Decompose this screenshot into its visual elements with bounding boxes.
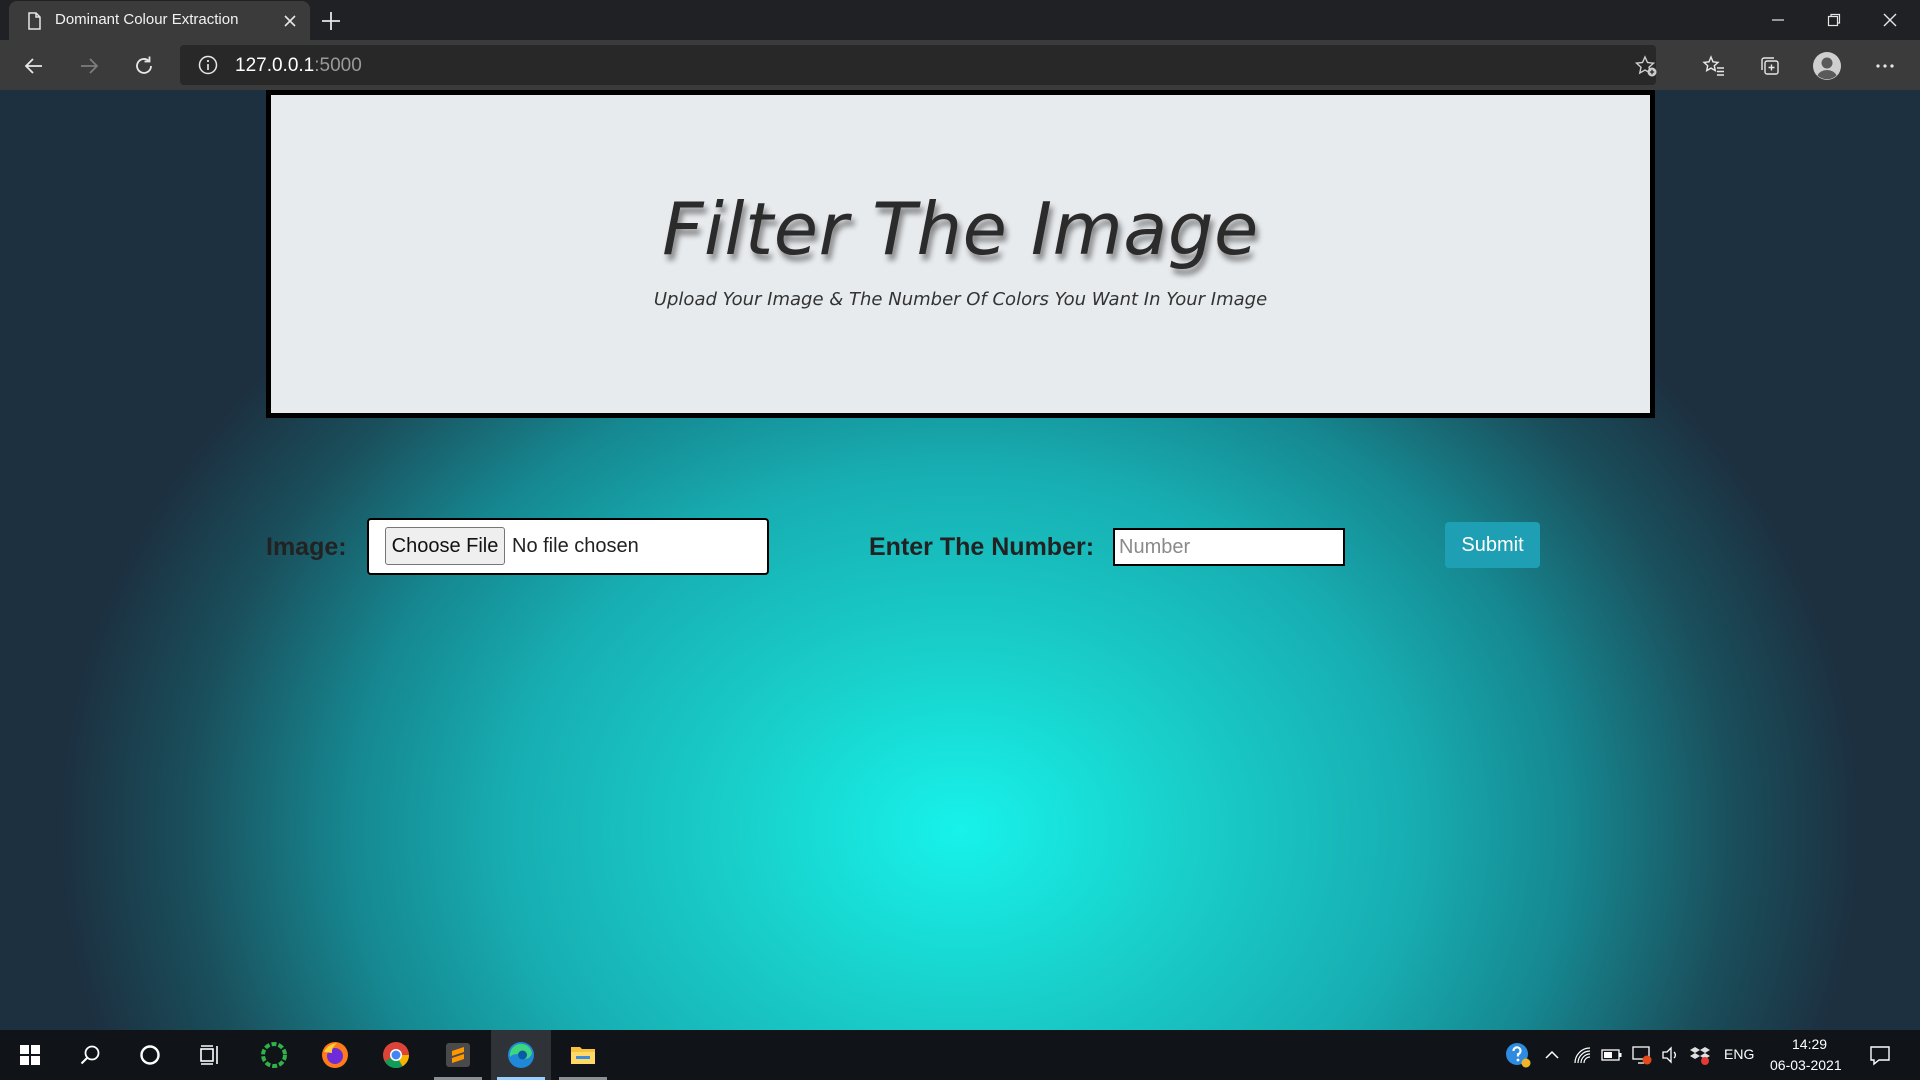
settings-more-button[interactable] [1868, 49, 1902, 83]
info-icon[interactable] [197, 54, 219, 76]
close-icon [1883, 13, 1897, 27]
close-tab-icon[interactable] [281, 12, 299, 30]
more-icon [1876, 64, 1894, 68]
task-view-button[interactable] [180, 1030, 240, 1080]
taskbar-file-explorer[interactable] [553, 1030, 613, 1080]
help-tray-button[interactable] [1504, 1041, 1532, 1069]
collections-icon [1761, 57, 1779, 75]
close-window-button[interactable] [1862, 0, 1918, 40]
battery-tray-button[interactable] [1600, 1043, 1624, 1067]
taskbar-sublime-text[interactable] [428, 1030, 488, 1080]
dropbox-tray-button[interactable] [1688, 1043, 1712, 1067]
chrome-icon [383, 1042, 410, 1069]
taskbar-search-button[interactable] [60, 1030, 120, 1080]
battery-icon [1601, 1049, 1622, 1061]
page-subtitle: Upload Your Image & The Number Of Colors… [653, 289, 1268, 310]
help-icon [1506, 1043, 1531, 1068]
network-tray-button[interactable] [1570, 1043, 1594, 1067]
taskbar-app-green[interactable] [244, 1030, 304, 1080]
folder-icon [571, 1047, 595, 1064]
refresh-icon [136, 56, 152, 74]
submit-button[interactable]: Submit [1445, 522, 1540, 568]
number-input[interactable] [1113, 528, 1345, 566]
header-card: Filter The Image Upload Your Image & The… [266, 90, 1655, 418]
browser-tabstrip: Dominant Colour Extraction [0, 0, 1920, 40]
firefox-icon [322, 1042, 348, 1068]
chevron-up-icon [1545, 1050, 1559, 1059]
favorites-button[interactable] [1697, 49, 1731, 83]
address-bar[interactable]: 127.0.0.1:5000 [180, 45, 1658, 85]
minimize-icon [1772, 19, 1784, 21]
edge-icon [508, 1042, 534, 1068]
dropbox-icon [1690, 1047, 1710, 1065]
favorites-icon [1702, 55, 1724, 76]
show-hidden-icons-button[interactable] [1540, 1043, 1564, 1067]
volume-icon [1662, 1046, 1676, 1064]
display-warning-icon [1632, 1046, 1652, 1065]
page-title: Filter The Image [662, 187, 1259, 271]
taskbar-firefox[interactable] [305, 1030, 365, 1080]
upload-form: Image: Choose File No file chosen Enter … [0, 517, 1920, 577]
browser-tab[interactable]: Dominant Colour Extraction [9, 1, 310, 40]
taskbar-chrome[interactable] [366, 1030, 426, 1080]
sublime-text-icon [446, 1043, 470, 1067]
page-icon [28, 12, 41, 30]
file-input[interactable]: Choose File No file chosen [367, 518, 769, 575]
taskbar: ENG 14:29 06-03-2021 [0, 1030, 1920, 1080]
back-button[interactable] [17, 49, 51, 83]
cortana-button[interactable] [120, 1030, 180, 1080]
language-indicator[interactable]: ENG [1724, 1046, 1754, 1062]
green-ring-icon [261, 1042, 287, 1068]
restore-icon [1827, 13, 1841, 27]
restore-button[interactable] [1806, 0, 1862, 40]
start-button[interactable] [0, 1030, 60, 1080]
action-center-button[interactable] [1868, 1043, 1892, 1067]
refresh-button[interactable] [127, 49, 161, 83]
forward-button[interactable] [72, 49, 106, 83]
avatar-icon [1813, 52, 1841, 80]
profile-button[interactable] [1810, 49, 1844, 83]
cortana-icon [140, 1045, 160, 1065]
tab-title: Dominant Colour Extraction [55, 11, 239, 28]
wifi-icon [1574, 1047, 1591, 1064]
choose-file-button[interactable]: Choose File [385, 527, 505, 565]
number-label: Enter The Number: [869, 533, 1095, 561]
taskbar-edge[interactable] [491, 1030, 551, 1080]
new-tab-icon[interactable] [318, 8, 344, 34]
url-text[interactable]: 127.0.0.1:5000 [235, 55, 362, 77]
arrow-left-icon [24, 58, 42, 74]
url-host: 127.0.0.1 [235, 55, 315, 76]
browser-toolbar: 127.0.0.1:5000 [0, 40, 1920, 90]
arrow-right-icon [81, 58, 99, 74]
file-status-text: No file chosen [512, 535, 639, 557]
device-tray-button[interactable] [1630, 1043, 1654, 1067]
clock-time[interactable]: 14:29 [1792, 1036, 1827, 1052]
windows-start-icon [20, 1045, 40, 1065]
page-body: Filter The Image Upload Your Image & The… [0, 90, 1920, 1030]
image-label: Image: [266, 533, 347, 561]
clock-date[interactable]: 06-03-2021 [1770, 1057, 1842, 1073]
url-port: :5000 [314, 55, 362, 76]
collections-button[interactable] [1753, 49, 1787, 83]
add-favorite-icon[interactable] [1634, 54, 1658, 78]
volume-tray-button[interactable] [1658, 1043, 1682, 1067]
minimize-button[interactable] [1750, 0, 1806, 40]
search-icon [80, 1045, 100, 1065]
task-view-icon [200, 1045, 218, 1065]
notification-icon [1870, 1046, 1890, 1066]
